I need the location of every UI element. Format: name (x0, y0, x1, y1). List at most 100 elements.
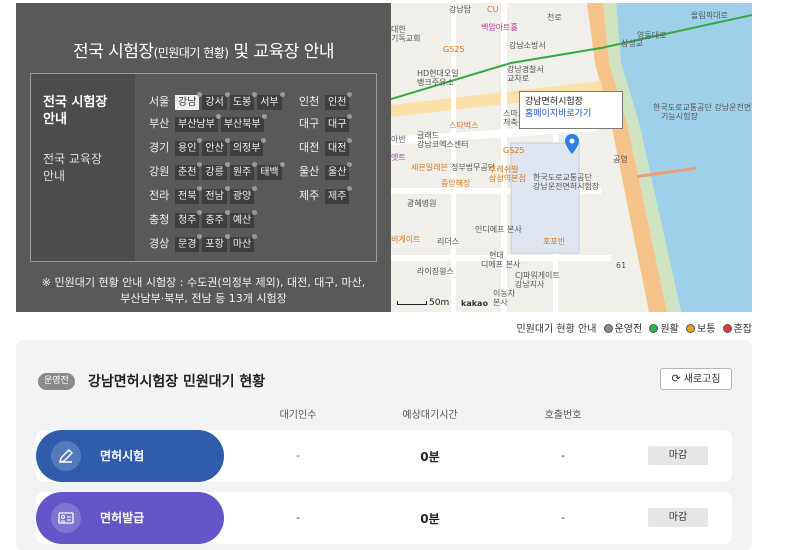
map-poi-label: CU (487, 5, 499, 14)
test-center-chip[interactable]: 인천 (325, 92, 353, 110)
status-dot-icon (252, 210, 258, 215)
map-poi-label: 백암아트홀 (481, 23, 518, 32)
scale-bar-icon (397, 300, 427, 305)
region-chips: 춘천 강릉 원주 태백 (175, 162, 285, 180)
chip-label: 예산 (232, 215, 252, 226)
test-center-chip[interactable]: 청주 (175, 210, 203, 228)
region-chips: 인천 (325, 92, 353, 110)
region-chips: 울산 (325, 162, 353, 180)
test-center-chip[interactable]: 부산남부 (175, 114, 221, 132)
map-poi-label: 강남지사 (515, 280, 545, 289)
chip-label: 부산남부 (178, 119, 215, 130)
map-poi-label: 교차로 (507, 74, 530, 83)
guide-title-main: 전국 시험장 (72, 42, 154, 62)
test-center-chip[interactable]: 전북 (175, 186, 203, 204)
test-center-chip[interactable]: 강릉 (202, 162, 230, 180)
orange-dot-icon (686, 324, 695, 333)
test-center-chip[interactable]: 도봉 (229, 92, 258, 110)
wait-time: 0분 (420, 450, 440, 464)
guide-title-sub: (민원대기 현황) (153, 46, 229, 60)
region-label: 울산 (299, 165, 320, 178)
test-center-chip[interactable]: 의정부 (229, 138, 267, 156)
test-center-chip[interactable]: 원주 (229, 162, 258, 180)
map-marker-icon[interactable] (565, 134, 579, 154)
map-poi-label: 영동대로 (637, 31, 667, 40)
test-center-chip[interactable]: 용인 (175, 138, 203, 156)
map-poi-label: 비게이트 (391, 235, 421, 244)
map-poi-label: GS25 (503, 146, 525, 155)
map-attribution: kakao (461, 299, 488, 308)
status-dot-icon (347, 186, 353, 191)
map-poi-label: CJ파워게이트 (515, 271, 560, 280)
map-poi-label: 포포빈 (543, 237, 566, 246)
homepage-link[interactable]: 홈페이지바로가기 (525, 108, 617, 120)
guide-note-line-1: ※ 민원대기 현황 안내 시험장 : 수도권(의정부 제외), 대전, 대구, … (41, 276, 366, 289)
test-center-chip[interactable]: 마산 (229, 234, 258, 252)
side-item-education-centers[interactable]: 전국 교육장 안내 (43, 151, 107, 185)
map-poi-label: 한국도로교통공단 강남운전면허 (653, 103, 752, 112)
map-poi-label: 이농자 (493, 289, 516, 298)
chip-label: 부산북부 (223, 119, 261, 130)
test-center-chip[interactable]: 안산 (202, 138, 230, 156)
region-label: 충청 (149, 213, 170, 226)
legend-label: 원활 (660, 324, 679, 335)
map-poi-label: 기독교회 (391, 34, 421, 43)
service-pill: 면허발급 (36, 492, 224, 544)
status-dot-icon (347, 162, 353, 167)
wait-time: 0분 (420, 512, 440, 526)
test-center-chip[interactable]: 전남 (202, 186, 230, 204)
legend-item-crowded: 혼잡 (722, 320, 752, 335)
service-label: 면허발급 (100, 511, 145, 525)
map-poi-label: 리더스 (437, 237, 460, 246)
chip-label: 광양 (232, 191, 252, 202)
test-center-chip[interactable]: 강남 (175, 92, 203, 110)
status-dot-icon (279, 92, 285, 97)
test-center-chip[interactable]: 예산 (229, 210, 258, 228)
map-poi-label: 61 (616, 261, 627, 270)
test-center-chip[interactable]: 광양 (229, 186, 258, 204)
map-poi-label: 올림픽대로 (691, 11, 728, 20)
test-center-chip[interactable]: 서부 (257, 92, 285, 110)
region-label: 부산 (149, 117, 170, 130)
call-number: - (561, 449, 565, 462)
service-pill: 면허시험 (36, 430, 224, 482)
chip-label: 춘천 (178, 167, 197, 178)
test-center-chip[interactable]: 대구 (325, 114, 353, 132)
refresh-button[interactable]: ⟳ 새로고침 (660, 368, 732, 390)
map-poi-label: 강남운전면허시험장 (533, 182, 600, 191)
legend-label: 혼잡 (733, 324, 752, 335)
test-center-chip[interactable]: 울산 (325, 162, 353, 180)
status-dot-icon (347, 92, 353, 97)
region-label: 인천 (299, 95, 320, 108)
region-chips: 강남 강서 도봉 서부 (175, 92, 285, 110)
map-poi-label: 디에프 본사 (481, 260, 521, 269)
test-center-chip[interactable]: 제주 (325, 186, 353, 204)
test-center-chip[interactable]: 포항 (202, 234, 230, 252)
chip-label: 강남 (178, 97, 197, 108)
waiting-count: - (296, 449, 300, 462)
chip-label: 도봉 (232, 97, 252, 108)
guide-title-tail: 및 교육장 안내 (228, 42, 335, 62)
test-center-chip[interactable]: 대전 (325, 138, 353, 156)
chip-label: 용인 (178, 143, 197, 154)
test-center-chip[interactable]: 문경 (175, 234, 203, 252)
legend-item-smooth: 원활 (649, 320, 679, 335)
map-poi-label: 중앙해장 (441, 179, 471, 188)
region-chips: 용인 안산 의정부 (175, 138, 267, 156)
side-item-test-centers[interactable]: 전국 시험장 안내 (43, 94, 123, 128)
chip-label: 전남 (205, 191, 224, 202)
guide-note-line-2: 부산남부·북부, 전남 등 13개 시험장 (120, 292, 287, 305)
chip-label: 의정부 (232, 143, 261, 154)
map-view[interactable]: 강남탑 CU 대한 기독교회 백암아트홀 GS25 강남소방서 강남경찰서 교차로 HD현대오일 뱅… (391, 3, 752, 312)
chip-label: 마산 (232, 239, 252, 250)
red-dot-icon (722, 324, 732, 333)
col-header-call-number: 호출번호 (544, 410, 582, 421)
scale-label: 50m (429, 298, 450, 308)
test-center-chip[interactable]: 부산북부 (220, 114, 267, 132)
test-center-chip[interactable]: 강서 (202, 92, 230, 110)
call-number: - (561, 511, 565, 524)
test-center-chip[interactable]: 충주 (202, 210, 230, 228)
region-chips: 부산남부 부산북부 (175, 114, 267, 132)
test-center-chip[interactable]: 춘천 (175, 162, 203, 180)
test-center-chip[interactable]: 태백 (257, 162, 285, 180)
